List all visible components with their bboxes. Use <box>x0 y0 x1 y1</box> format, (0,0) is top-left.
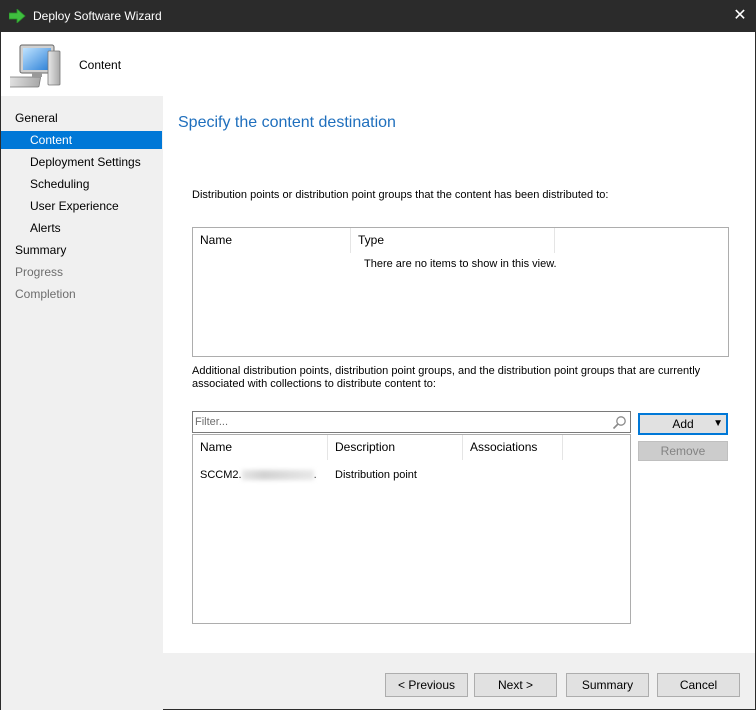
row-description: Distribution point <box>335 469 417 481</box>
distributed-list[interactable]: Name Type There are no items to show in … <box>192 227 729 357</box>
sidebar-item-alerts[interactable]: Alerts <box>1 219 162 237</box>
header-title: Content <box>79 58 122 72</box>
row-name: SCCM2. <box>200 469 242 481</box>
table-row[interactable]: SCCM2.. Distribution point <box>193 466 630 486</box>
close-button[interactable]: ✕ <box>725 1 755 32</box>
page-title: Specify the content destination <box>178 114 396 131</box>
redacted-text <box>241 470 314 481</box>
additional-list[interactable]: Name Description Associations SCCM2.. Di… <box>192 434 631 624</box>
cancel-button[interactable]: Cancel <box>657 673 740 697</box>
summary-button[interactable]: Summary <box>566 673 649 697</box>
sidebar-item-general[interactable]: General <box>1 109 162 127</box>
next-button[interactable]: Next > <box>474 673 557 697</box>
search-icon[interactable] <box>612 415 627 430</box>
sidebar-item-progress: Progress <box>15 265 64 279</box>
window-title: Deploy Software Wizard <box>33 9 162 23</box>
sidebar-item-scheduling[interactable]: Scheduling <box>1 175 162 193</box>
row-name-suffix: . <box>313 469 317 481</box>
title-bar: Deploy Software Wizard ✕ <box>1 1 755 32</box>
column-header-associations[interactable]: Associations <box>463 435 563 460</box>
remove-button[interactable]: Remove <box>638 441 728 461</box>
main-panel: Specify the content destination Distribu… <box>163 96 755 653</box>
green-arrow-icon <box>9 9 26 23</box>
wizard-header: Content <box>1 32 755 96</box>
column-header-name[interactable]: Name <box>193 228 351 253</box>
column-header-description[interactable]: Description <box>328 435 463 460</box>
close-icon: ✕ <box>733 7 747 24</box>
previous-button[interactable]: < Previous <box>385 673 468 697</box>
computer-icon <box>10 44 61 88</box>
distributed-label: Distribution points or distribution poin… <box>192 189 609 201</box>
dropdown-arrow-icon: ▼ <box>713 418 723 429</box>
column-header-name[interactable]: Name <box>193 435 328 460</box>
filter-input[interactable] <box>195 414 605 430</box>
row-name-cell: SCCM2.. <box>200 469 317 481</box>
sidebar-item-content[interactable]: Content <box>1 131 162 149</box>
wizard-sidebar: General Content Deployment Settings Sche… <box>1 96 163 710</box>
filter-box[interactable] <box>192 411 631 433</box>
sidebar-item-user-experience[interactable]: User Experience <box>1 197 162 215</box>
empty-list-message: There are no items to show in this view. <box>364 258 557 270</box>
sidebar-item-summary[interactable]: Summary <box>1 241 162 259</box>
additional-label: Additional distribution points, distribu… <box>192 365 701 390</box>
add-button[interactable]: Add ▼ <box>638 413 728 435</box>
column-header-type[interactable]: Type <box>351 228 555 253</box>
add-button-label: Add <box>672 417 694 431</box>
wizard-window: Deploy Software Wizard ✕ Content General… <box>0 0 756 710</box>
sidebar-item-deployment-settings[interactable]: Deployment Settings <box>1 153 162 171</box>
sidebar-item-completion: Completion <box>15 287 76 301</box>
wizard-footer: < Previous Next > Summary Cancel <box>163 653 755 709</box>
